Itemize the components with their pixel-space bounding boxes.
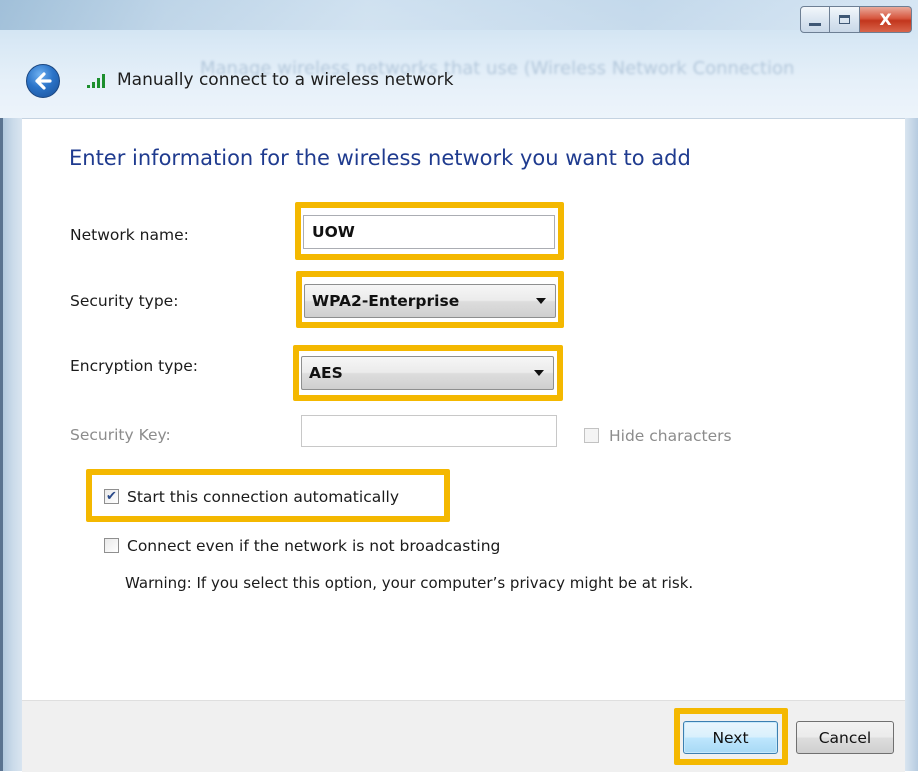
window-edge-left-dark (0, 118, 3, 771)
page-heading: Enter information for the wireless netwo… (69, 146, 691, 170)
security-key-label: Security Key: (70, 426, 171, 444)
title-bar: Manage wireless networks that use (Wirel… (0, 0, 918, 118)
wireless-signal-icon (87, 74, 105, 88)
caption-buttons: X (800, 6, 912, 33)
broadcast-checkbox[interactable] (104, 538, 119, 553)
window-edge-right (905, 118, 918, 771)
hide-characters-label: Hide characters (609, 427, 732, 445)
security-type-label: Security type: (70, 292, 179, 310)
network-name-input[interactable]: UOW (303, 215, 555, 249)
close-button[interactable]: X (860, 6, 912, 33)
encryption-type-label: Encryption type: (70, 357, 198, 375)
window-edge-left (0, 118, 22, 771)
back-button[interactable] (26, 64, 60, 98)
minimize-icon (809, 23, 821, 26)
privacy-warning: Warning: If you select this option, your… (125, 574, 694, 592)
back-arrow-icon (35, 72, 52, 90)
broadcast-label: Connect even if the network is not broad… (127, 537, 501, 555)
maximize-icon (839, 15, 850, 24)
checkmark-icon: ✔ (106, 489, 117, 504)
encryption-type-select[interactable]: AES (301, 356, 554, 390)
security-type-select[interactable]: WPA2-Enterprise (304, 284, 556, 318)
chevron-down-icon (536, 298, 546, 304)
cancel-button[interactable]: Cancel (796, 721, 894, 754)
content-panel (22, 118, 905, 701)
chevron-down-icon (534, 370, 544, 376)
next-button[interactable]: Next (683, 721, 778, 754)
minimize-button[interactable] (800, 6, 830, 33)
security-type-value: WPA2-Enterprise (312, 292, 460, 310)
auto-start-label: Start this connection automatically (127, 488, 399, 506)
close-icon: X (879, 10, 892, 29)
hide-characters-checkbox[interactable] (584, 428, 599, 443)
auto-start-checkbox[interactable]: ✔ (104, 489, 119, 504)
encryption-type-value: AES (309, 364, 343, 382)
maximize-button[interactable] (830, 6, 860, 33)
security-key-input[interactable] (301, 415, 557, 447)
network-name-label: Network name: (70, 226, 189, 244)
title-bar-blur (0, 0, 918, 30)
window-title: Manually connect to a wireless network (117, 70, 454, 90)
